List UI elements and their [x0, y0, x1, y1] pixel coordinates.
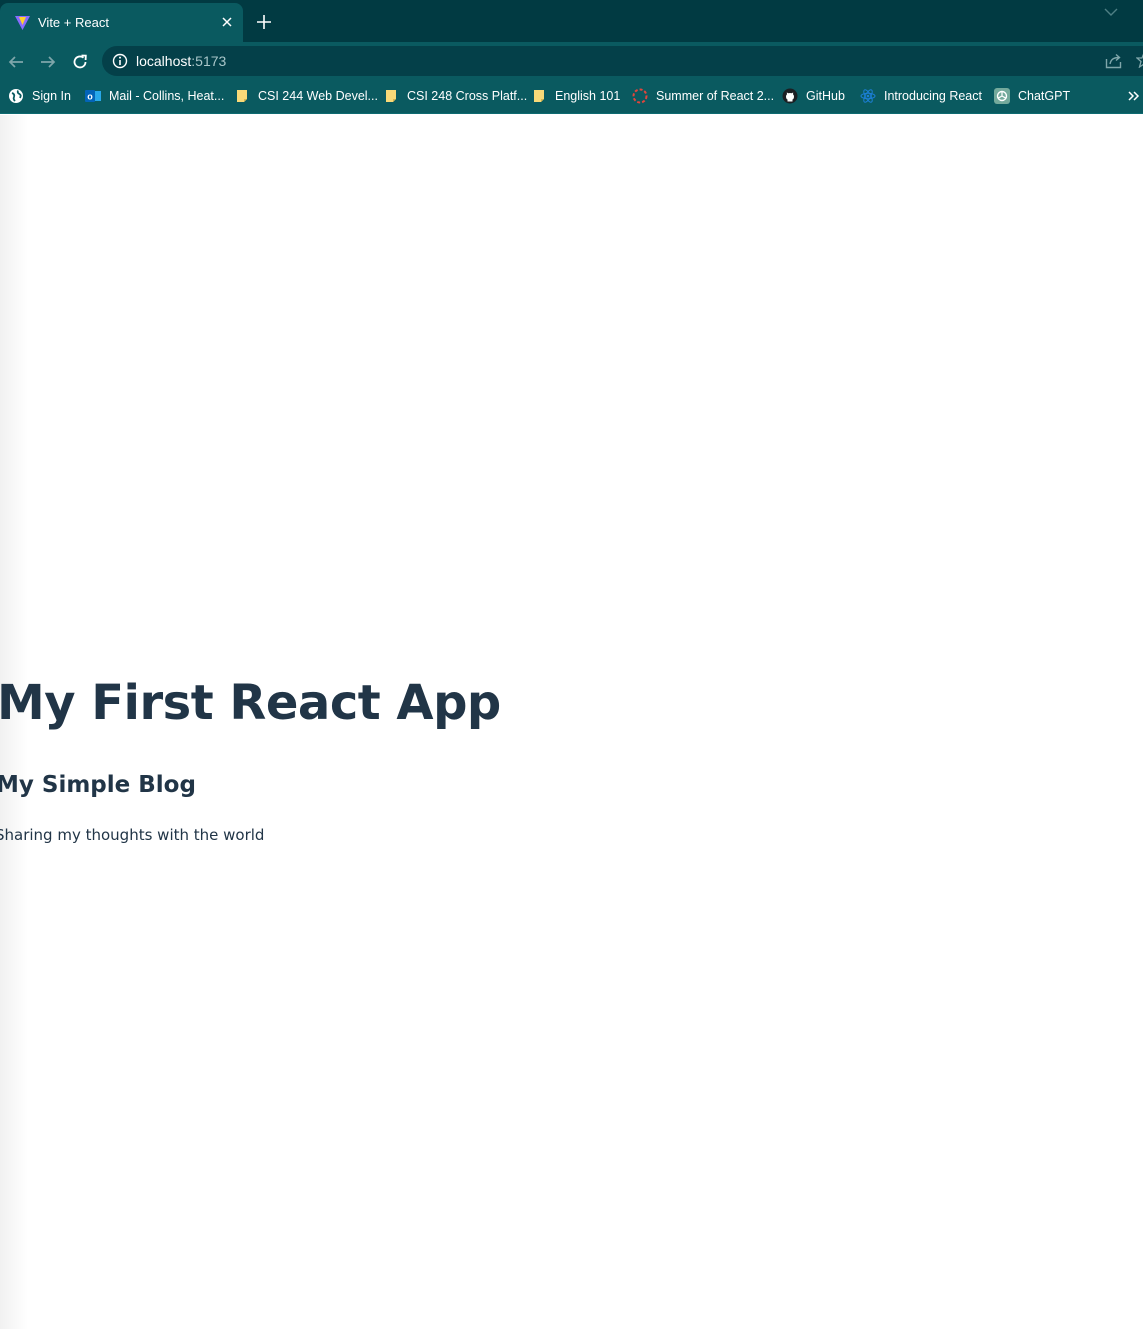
blog-title: My Simple Blog	[0, 772, 196, 798]
star-icon[interactable]	[1136, 52, 1143, 68]
bookmark-mail[interactable]: o Mail - Collins, Heat...	[85, 80, 224, 112]
bookmark-introducing-react[interactable]: Introducing React	[860, 80, 982, 112]
address-bar[interactable]: localhost:5173	[102, 46, 1143, 76]
bookmark-summer-of-react[interactable]: Summer of React 2...	[632, 80, 774, 112]
bookmark-english-101[interactable]: English 101	[531, 80, 620, 112]
bookmark-label: CSI 244 Web Devel...	[258, 89, 378, 103]
blog-tagline: Sharing my thoughts with the world	[0, 826, 265, 844]
bookmark-label: GitHub	[806, 89, 845, 103]
bookmark-github[interactable]: GitHub	[782, 80, 845, 112]
outlook-icon: o	[85, 90, 101, 102]
chevron-down-icon[interactable]	[1102, 5, 1120, 19]
tab-strip: Vite + React	[0, 0, 1143, 42]
bookmark-chatgpt[interactable]: ChatGPT	[994, 80, 1070, 112]
bookmark-label: CSI 248 Cross Platf...	[407, 89, 528, 103]
github-icon	[782, 88, 798, 104]
bookmarks-bar: Sign In o Mail - Collins, Heat... CSI 24…	[0, 80, 1143, 114]
note-icon	[237, 90, 247, 102]
svg-text:o: o	[87, 92, 93, 102]
globe-icon	[9, 89, 23, 103]
page-title: My First React App	[0, 675, 501, 731]
bookmark-label: Summer of React 2...	[656, 89, 775, 103]
new-tab-icon[interactable]	[254, 12, 274, 32]
browser-tab[interactable]: Vite + React	[0, 3, 243, 42]
share-icon[interactable]	[1105, 53, 1122, 69]
close-icon[interactable]	[218, 13, 235, 30]
bookmark-label: ChatGPT	[1018, 89, 1071, 103]
url-host: localhost	[136, 53, 192, 69]
browser-toolbar: localhost:5173	[0, 42, 1143, 80]
bookmark-sign-in[interactable]: Sign In	[8, 80, 71, 112]
note-icon	[534, 90, 544, 102]
bookmark-label: Introducing React	[884, 89, 982, 103]
bookmark-csi-244[interactable]: CSI 244 Web Devel...	[234, 80, 378, 112]
reload-icon[interactable]	[69, 51, 91, 73]
tab-title: Vite + React	[38, 15, 109, 30]
info-icon[interactable]	[112, 53, 128, 69]
bookmark-label: English 101	[555, 89, 621, 103]
bookmark-csi-248[interactable]: CSI 248 Cross Platf...	[383, 80, 527, 112]
chatgpt-icon	[994, 88, 1010, 104]
url-port: :5173	[191, 53, 227, 69]
chevron-right-double-icon[interactable]	[1126, 88, 1140, 104]
vite-logo-icon	[15, 16, 30, 30]
dotted-circle-icon	[632, 88, 648, 104]
url-text[interactable]: localhost:5173	[136, 53, 226, 69]
bookmark-label: Sign In	[32, 89, 71, 103]
page-viewport: My First React App My Simple Blog Sharin…	[0, 115, 1143, 1329]
note-icon	[386, 90, 396, 102]
react-icon	[860, 89, 876, 103]
back-icon[interactable]	[5, 51, 27, 73]
bookmark-label: Mail - Collins, Heat...	[109, 89, 225, 103]
forward-icon[interactable]	[37, 51, 59, 73]
